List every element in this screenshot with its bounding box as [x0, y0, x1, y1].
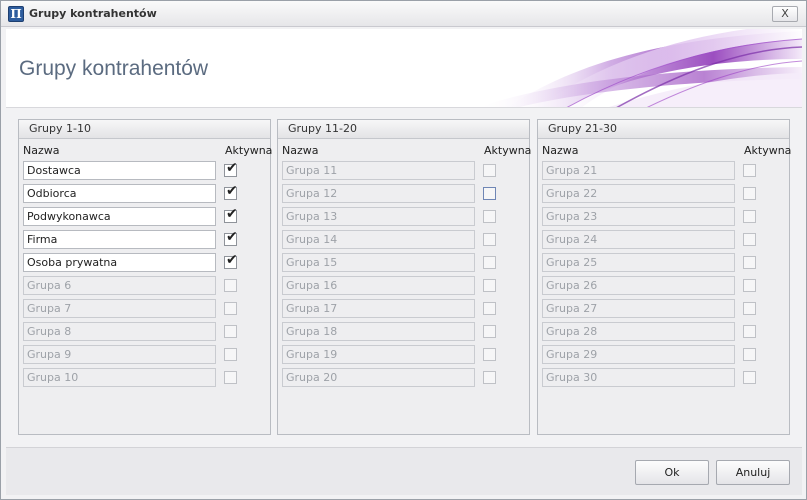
- group-panel: Grupy 1-10 Nazwa Aktywna Dostawca ✔ Odbiorca ✔…: [18, 119, 273, 435]
- panel-title: Grupy 11-20: [278, 120, 529, 139]
- active-checkbox[interactable]: [483, 233, 496, 246]
- group-name-field[interactable]: Grupa 9: [23, 345, 216, 364]
- group-name-field[interactable]: Grupa 19: [282, 345, 475, 364]
- active-checkbox[interactable]: ✔: [224, 252, 238, 269]
- group-name-field[interactable]: Grupa 20: [282, 368, 475, 387]
- title-bar: Π Grupy kontrahentów X: [1, 1, 806, 27]
- active-checkbox[interactable]: [743, 210, 756, 223]
- group-name-field[interactable]: Grupa 23: [542, 207, 735, 226]
- close-button[interactable]: X: [772, 6, 798, 22]
- active-checkbox[interactable]: [224, 348, 237, 361]
- window-title: Grupy kontrahentów: [29, 7, 157, 20]
- page-title: Grupy kontrahentów: [19, 57, 209, 80]
- group-panel: Grupy 21-30 Nazwa Aktywna Grupa 21 Grupa 22 G…: [537, 119, 792, 435]
- active-checkbox[interactable]: [743, 279, 756, 292]
- active-checkbox[interactable]: [483, 371, 496, 384]
- group-name-field[interactable]: Grupa 12: [282, 184, 475, 203]
- group-name-field[interactable]: Grupa 25: [542, 253, 735, 272]
- group-name-field[interactable]: Grupa 15: [282, 253, 475, 272]
- group-name-field[interactable]: Grupa 28: [542, 322, 735, 341]
- active-checkbox[interactable]: ✔: [224, 183, 238, 200]
- active-checkbox[interactable]: [743, 302, 756, 315]
- active-checkbox[interactable]: ✔: [224, 229, 238, 246]
- active-checkbox[interactable]: [743, 256, 756, 269]
- active-checkbox[interactable]: [483, 164, 496, 177]
- group-name-field[interactable]: Dostawca: [23, 161, 216, 180]
- active-checkbox[interactable]: [483, 325, 496, 338]
- group-name-field[interactable]: Grupa 11: [282, 161, 475, 180]
- active-checkbox[interactable]: [743, 325, 756, 338]
- ok-button[interactable]: Ok: [635, 460, 709, 485]
- panel-title: Grupy 21-30: [538, 120, 789, 139]
- active-checkbox[interactable]: [483, 210, 496, 223]
- column-header-name: Nazwa: [542, 144, 579, 157]
- checkmark-icon: ✔: [226, 229, 238, 245]
- checkmark-icon: ✔: [226, 160, 238, 176]
- active-checkbox[interactable]: [483, 279, 496, 292]
- column-header-name: Nazwa: [282, 144, 319, 157]
- active-checkbox[interactable]: [224, 302, 237, 315]
- column-header-name: Nazwa: [23, 144, 60, 157]
- group-name-field[interactable]: Grupa 24: [542, 230, 735, 249]
- footer-bar: Ok Anuluj: [6, 447, 802, 495]
- group-name-field[interactable]: Grupa 29: [542, 345, 735, 364]
- active-checkbox[interactable]: [743, 348, 756, 361]
- group-name-field[interactable]: Grupa 21: [542, 161, 735, 180]
- checkmark-icon: ✔: [226, 206, 238, 222]
- group-name-field[interactable]: Grupa 17: [282, 299, 475, 318]
- cancel-button[interactable]: Anuluj: [716, 460, 790, 485]
- dialog-window: Π Grupy kontrahentów X Grupy kontrahentó…: [0, 0, 807, 500]
- group-name-field[interactable]: Odbiorca: [23, 184, 216, 203]
- active-checkbox[interactable]: ✔: [224, 160, 238, 177]
- group-name-field[interactable]: Firma: [23, 230, 216, 249]
- group-name-field[interactable]: Grupa 8: [23, 322, 216, 341]
- column-header-active: Aktywna: [225, 144, 273, 157]
- group-name-field[interactable]: Grupa 30: [542, 368, 735, 387]
- panel-title: Grupy 1-10: [19, 120, 270, 139]
- checkmark-icon: ✔: [226, 183, 238, 199]
- active-checkbox[interactable]: [483, 302, 496, 315]
- app-icon: Π: [8, 6, 24, 22]
- column-header-active: Aktywna: [744, 144, 792, 157]
- active-checkbox[interactable]: [224, 371, 237, 384]
- group-name-field[interactable]: Grupa 13: [282, 207, 475, 226]
- group-name-field[interactable]: Grupa 27: [542, 299, 735, 318]
- group-name-field[interactable]: Grupa 16: [282, 276, 475, 295]
- active-checkbox[interactable]: [224, 325, 237, 338]
- group-name-field[interactable]: Podwykonawca: [23, 207, 216, 226]
- group-name-field[interactable]: Osoba prywatna: [23, 253, 216, 272]
- active-checkbox[interactable]: [743, 187, 756, 200]
- checkmark-icon: ✔: [226, 252, 238, 268]
- header-banner: Grupy kontrahentów: [6, 29, 802, 108]
- active-checkbox[interactable]: [483, 256, 496, 269]
- column-header-active: Aktywna: [484, 144, 532, 157]
- active-checkbox[interactable]: [224, 279, 237, 292]
- active-checkbox[interactable]: [483, 187, 496, 200]
- group-name-field[interactable]: Grupa 14: [282, 230, 475, 249]
- group-name-field[interactable]: Grupa 22: [542, 184, 735, 203]
- active-checkbox[interactable]: [743, 371, 756, 384]
- active-checkbox[interactable]: ✔: [224, 206, 238, 223]
- group-name-field[interactable]: Grupa 26: [542, 276, 735, 295]
- active-checkbox[interactable]: [483, 348, 496, 361]
- group-name-field[interactable]: Grupa 6: [23, 276, 216, 295]
- active-checkbox[interactable]: [743, 233, 756, 246]
- active-checkbox[interactable]: [743, 164, 756, 177]
- group-panel: Grupy 11-20 Nazwa Aktywna Grupa 11 Grupa 12 G…: [277, 119, 532, 435]
- group-name-field[interactable]: Grupa 18: [282, 322, 475, 341]
- group-name-field[interactable]: Grupa 7: [23, 299, 216, 318]
- group-name-field[interactable]: Grupa 10: [23, 368, 216, 387]
